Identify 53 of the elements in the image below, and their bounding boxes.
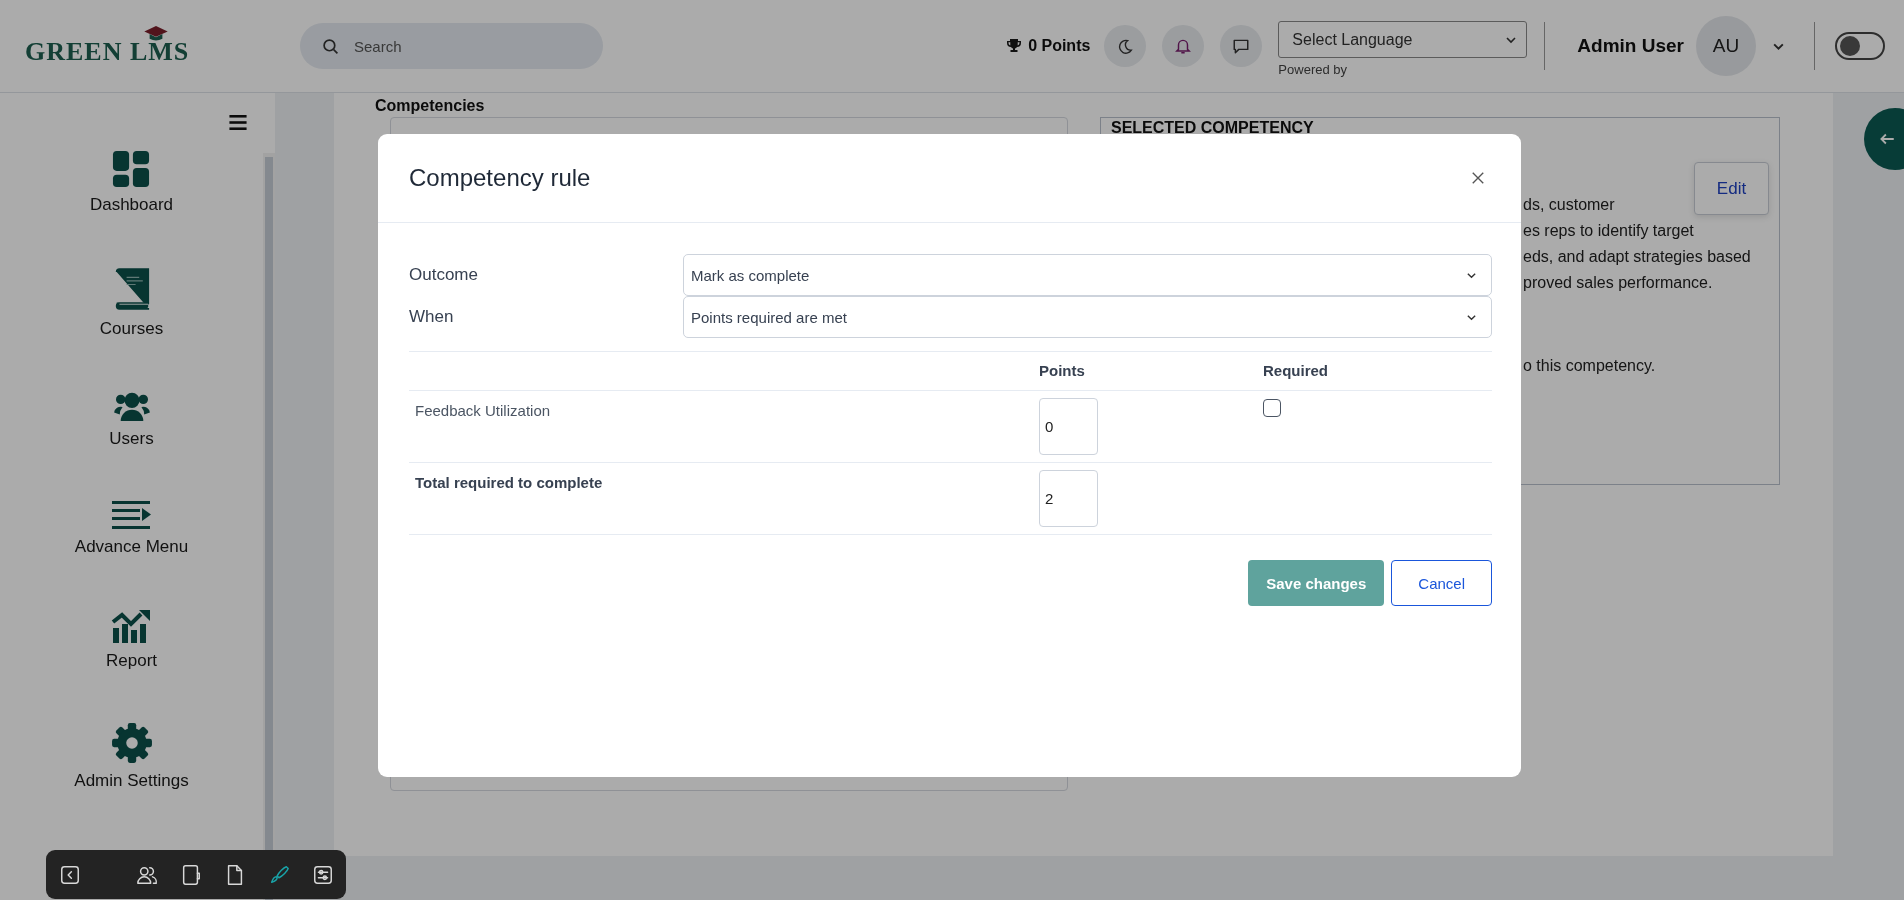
user-name: Admin User — [1577, 35, 1684, 57]
chart-icon — [110, 608, 153, 644]
logo[interactable]: GREEN LMS — [25, 25, 195, 67]
dropdown-select[interactable]: Points required are met — [683, 296, 1492, 338]
competency-name: Feedback Utilization — [415, 402, 551, 419]
graduation-cap-icon — [143, 25, 169, 42]
field-label: Outcome — [409, 265, 479, 285]
search-field[interactable]: Search — [300, 23, 603, 69]
cancel-button[interactable]: Cancel — [1391, 560, 1492, 606]
sidebar-item[interactable]: Report — [106, 608, 157, 671]
powered-by-text: Powered by — [1278, 62, 1348, 77]
points-input[interactable]: 0 — [1039, 398, 1098, 455]
dashboard-icon — [112, 150, 151, 188]
theme-toggle[interactable] — [1835, 32, 1885, 60]
gear-icon — [110, 722, 153, 764]
dialog-title: Competency rule — [409, 164, 591, 192]
section-heading: Competencies — [375, 96, 486, 115]
field-label: When — [409, 307, 455, 327]
language-select[interactable]: Select Language — [1278, 21, 1528, 58]
notification-button[interactable] — [1162, 25, 1205, 67]
required-checkbox[interactable] — [1263, 399, 1281, 417]
chat-icon — [1232, 37, 1251, 55]
sidebar-item[interactable]: Users — [109, 390, 154, 449]
points-count: 0 Points — [1028, 37, 1091, 55]
sidebar-item[interactable]: Admin Settings — [74, 722, 189, 791]
moon-icon — [1116, 37, 1134, 55]
trophy-icon — [1006, 38, 1023, 54]
book-icon — [113, 266, 150, 312]
column-header: Points — [1039, 362, 1085, 379]
column-header: Required — [1263, 362, 1328, 379]
sidebar-item[interactable]: Courses — [99, 266, 164, 339]
description-text: eds, and adapt strategies based — [1523, 247, 1752, 267]
description-text: ds, customer — [1523, 195, 1616, 215]
total-label: Total required to complete — [415, 474, 603, 491]
panel-title: SELECTED COMPETENCY — [1111, 119, 1315, 137]
dark-mode-button[interactable] — [1104, 25, 1147, 67]
chat-button[interactable] — [1220, 25, 1263, 67]
scrollbar[interactable] — [265, 157, 273, 900]
edit-button[interactable]: Edit — [1694, 162, 1769, 215]
dropdown-select[interactable]: Mark as complete — [683, 254, 1492, 296]
list-menu-icon — [111, 500, 152, 530]
description-text: es reps to identify target — [1523, 221, 1695, 241]
sidebar-item[interactable]: Advance Menu — [74, 500, 189, 557]
menu-icon[interactable] — [229, 115, 247, 130]
close-icon[interactable] — [1471, 171, 1485, 185]
bell-icon — [1174, 37, 1193, 55]
description-text: o this competency. — [1523, 356, 1657, 376]
users-icon — [112, 390, 151, 422]
total-points-input[interactable]: 2 — [1039, 470, 1098, 527]
user-avatar[interactable]: AU — [1696, 16, 1756, 76]
sidebar-item[interactable]: Dashboard — [89, 150, 174, 215]
description-text: proved sales performance. — [1523, 273, 1714, 293]
search-icon — [322, 38, 339, 55]
